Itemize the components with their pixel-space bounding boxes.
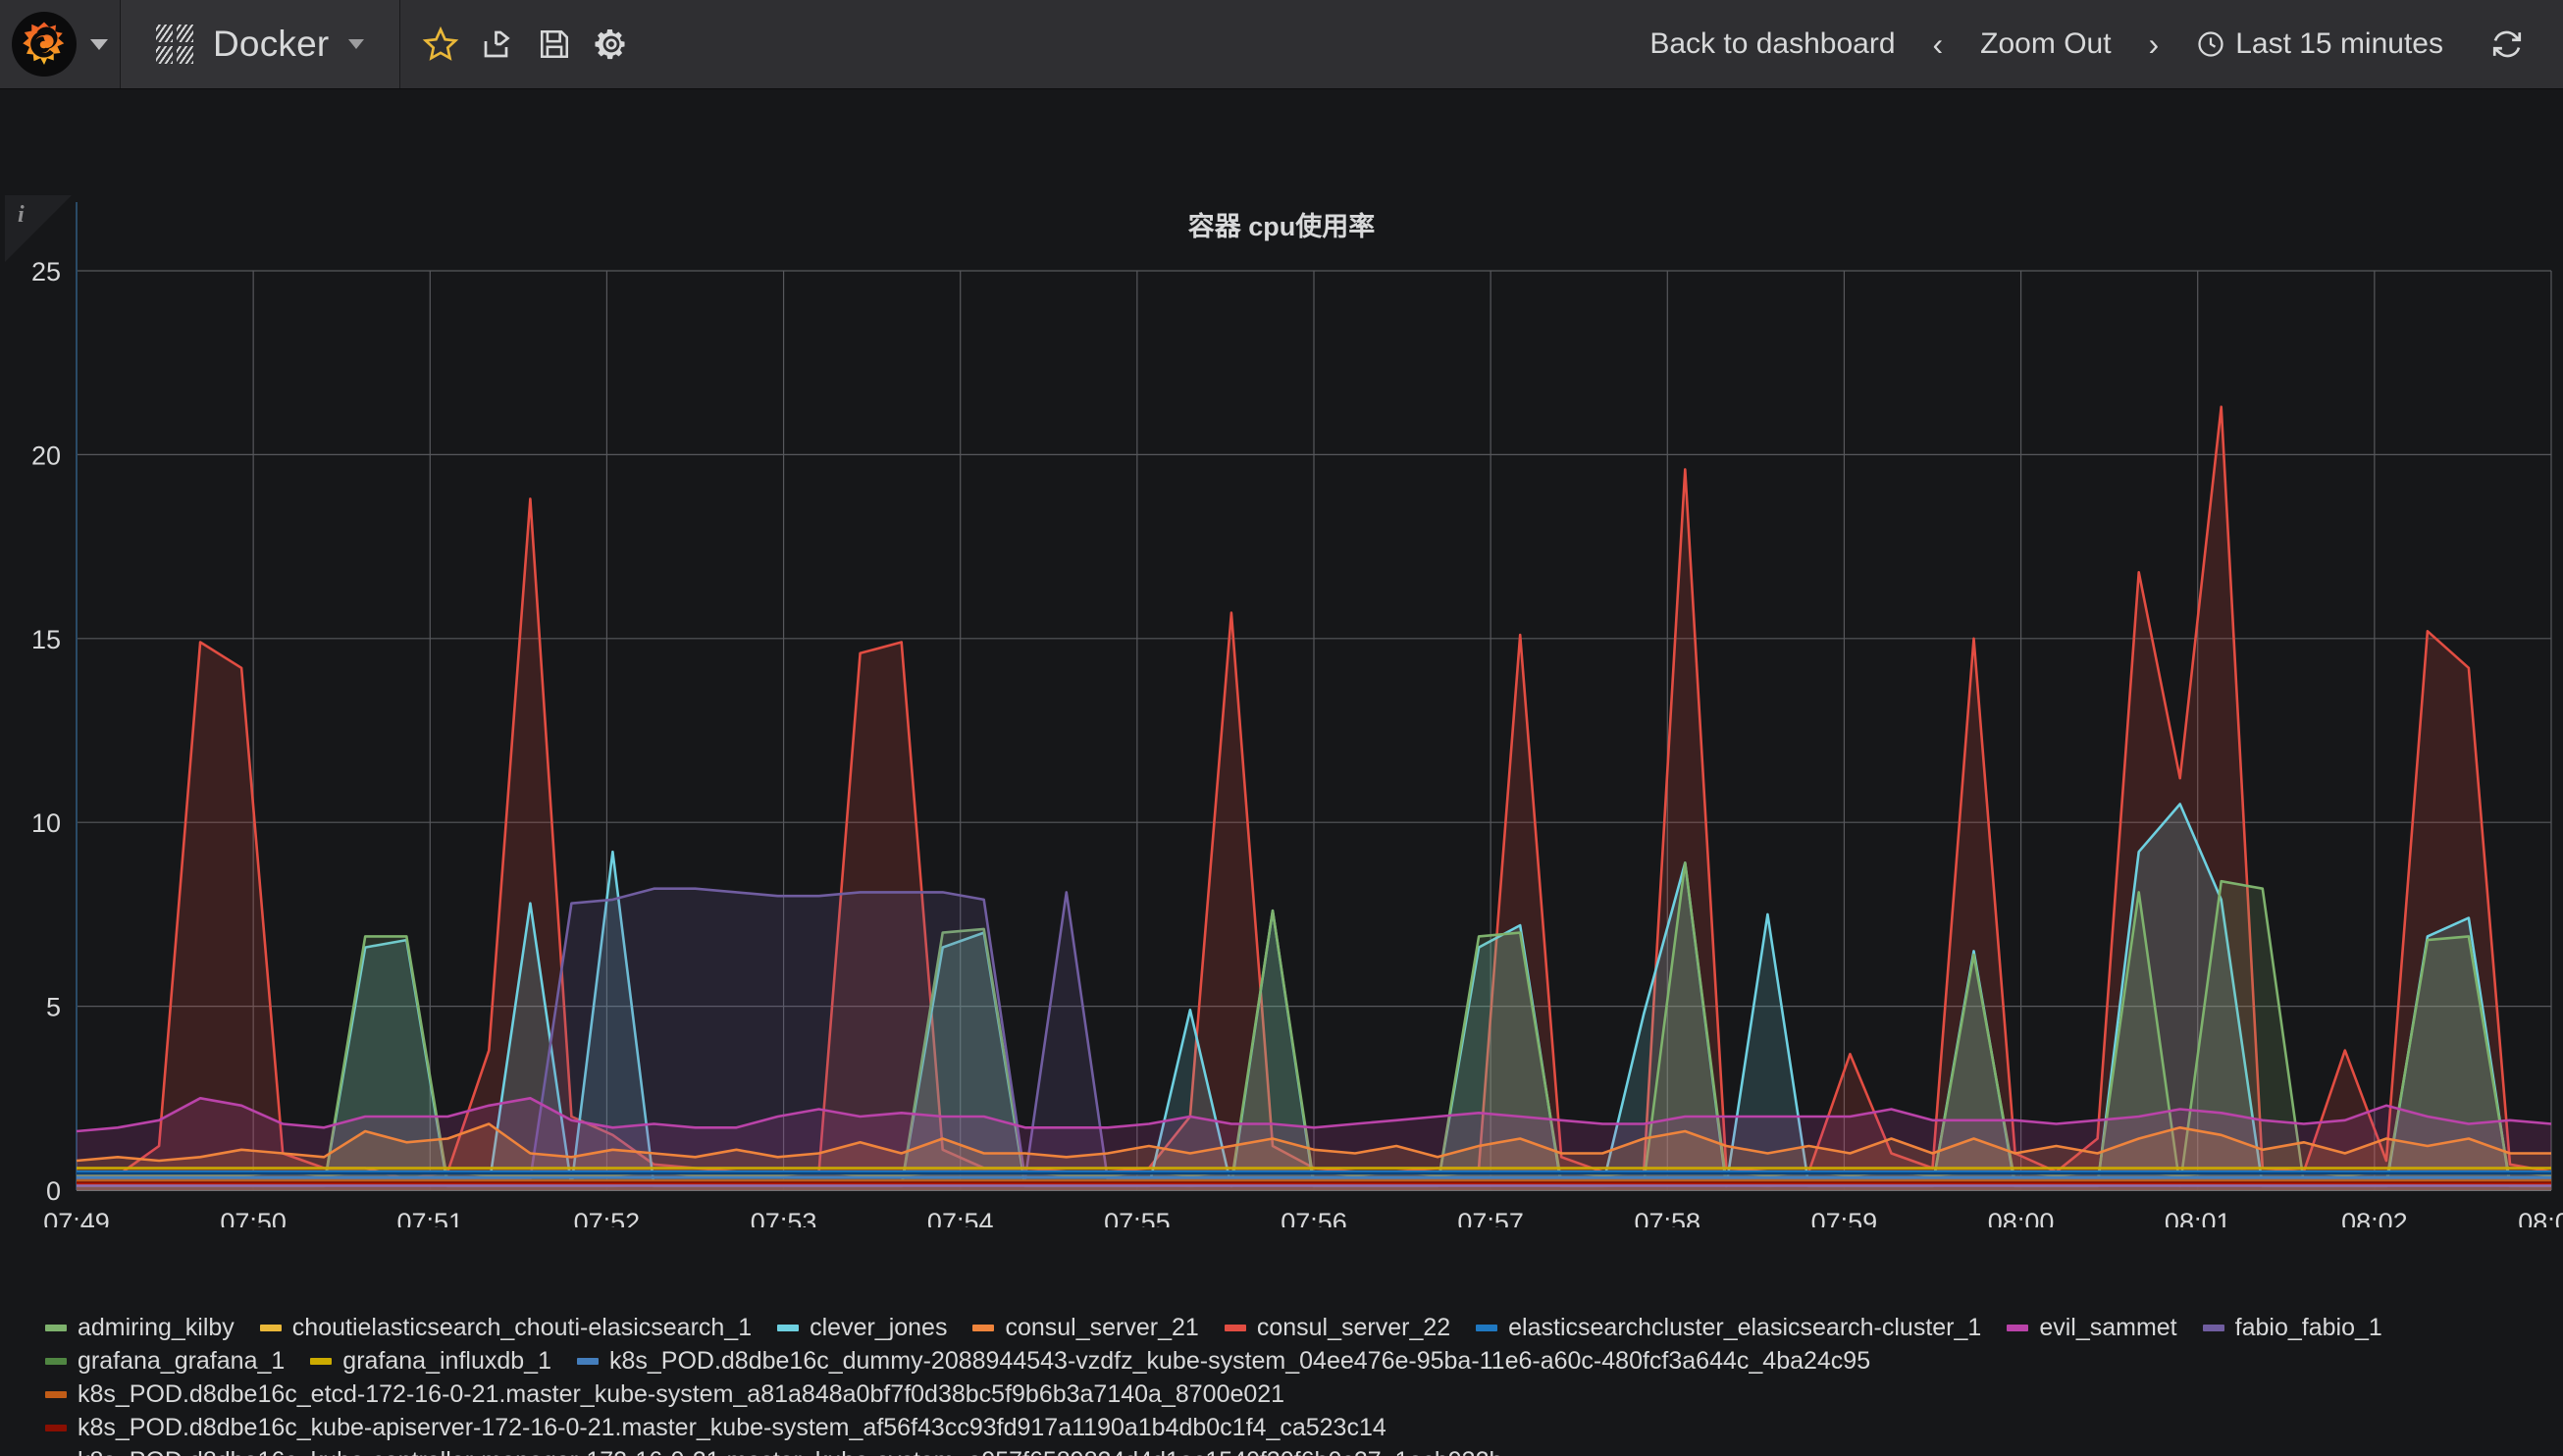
legend-item[interactable]: fabio_fabio_1 [2202,1311,2382,1344]
grafana-logo-icon[interactable] [12,12,77,77]
back-to-dashboard-link[interactable]: Back to dashboard [1628,27,1916,61]
legend-item[interactable]: choutielasticsearch_chouti-elasicsearch_… [259,1311,753,1344]
legend-color-swatch[interactable] [972,1324,995,1331]
legend-item[interactable]: k8s_POD.d8dbe16c_kube-controller-manager… [45,1444,1502,1456]
legend-item[interactable]: k8s_POD.d8dbe16c_kube-apiserver-172-16-0… [45,1411,1386,1444]
graph-canvas[interactable]: 0 5 10 15 20 25 07:49 07:50 07:51 07:52 07:53 07:54… [0,89,2563,1227]
legend-label: consul_server_22 [1256,1313,1451,1341]
zoom-prev-button[interactable]: ‹ [1917,28,1960,60]
legend-label: k8s_POD.d8dbe16c_kube-controller-manager… [78,1448,1502,1456]
legend-item[interactable]: consul_server_22 [1224,1311,1451,1344]
legend-item[interactable]: consul_server_21 [972,1311,1199,1344]
legend-color-swatch[interactable] [1224,1324,1246,1331]
dashboard-switcher[interactable]: Docker [121,0,401,88]
x-tick-label: 08:03 [2518,1208,2563,1227]
x-tick-label: 07:53 [751,1208,817,1227]
legend-item[interactable]: elasticsearchcluster_elasicsearch-cluste… [1476,1311,1981,1344]
legend-label: elasticsearchcluster_elasicsearch-cluste… [1508,1313,1982,1341]
legend-item[interactable]: grafana_grafana_1 [45,1344,285,1378]
legend-color-swatch[interactable] [576,1357,599,1365]
legend-color-swatch[interactable] [1476,1324,1498,1331]
dashboard-grid-icon [156,25,193,64]
legend-color-swatch[interactable] [45,1390,67,1398]
x-tick-label: 07:56 [1281,1208,1347,1227]
legend-label: k8s_POD.d8dbe16c_etcd-172-16-0-21.master… [78,1379,1285,1408]
legend-label: evil_sammet [2039,1313,2177,1341]
legend-label: admiring_kilby [78,1313,235,1341]
x-tick-label: 07:49 [43,1208,110,1227]
legend-item[interactable]: k8s_POD.d8dbe16c_dummy-2088944543-vzdfz_… [576,1344,1871,1378]
share-icon[interactable] [469,0,526,89]
top-navbar: Docker Back to dashboard ‹ Zoom Out › La… [0,0,2563,89]
refresh-icon[interactable] [2465,27,2534,61]
dashboard-chevron-down-icon[interactable] [348,39,365,49]
legend-label: clever_jones [810,1313,948,1341]
x-tick-label: 07:51 [396,1208,463,1227]
legend-label: k8s_POD.d8dbe16c_kube-apiserver-172-16-0… [78,1413,1386,1441]
dashboard-title: Docker [213,24,330,64]
x-tick-label: 08:00 [1988,1208,2055,1227]
brand-chevron-down-icon[interactable] [90,38,108,50]
info-icon[interactable]: i [18,202,25,229]
x-tick-label: 07:57 [1457,1208,1524,1227]
legend-color-swatch[interactable] [2202,1324,2224,1331]
clock-icon [2198,31,2223,57]
x-tick-label: 07:50 [220,1208,287,1227]
legend-color-swatch[interactable] [310,1357,333,1365]
star-icon[interactable] [412,0,469,89]
legend-item[interactable]: evil_sammet [2007,1311,2177,1344]
legend-label: k8s_POD.d8dbe16c_dummy-2088944543-vzdfz_… [608,1346,1871,1375]
brand-menu[interactable] [0,0,121,88]
x-tick-label: 08:01 [2165,1208,2231,1227]
zoom-next-button[interactable]: › [2133,28,2175,60]
x-tick-label: 07:59 [1811,1208,1878,1227]
x-tick-label: 08:02 [2341,1208,2408,1227]
legend-item[interactable]: grafana_influxdb_1 [310,1344,551,1378]
time-range-label: Last 15 minutes [2235,27,2443,60]
legend-color-swatch[interactable] [259,1324,282,1331]
x-tick-label: 07:54 [927,1208,994,1227]
legend-item[interactable]: k8s_POD.d8dbe16c_etcd-172-16-0-21.master… [45,1378,1284,1411]
settings-gear-icon[interactable] [583,0,640,89]
chart-legend: admiring_kilby choutielasticsearch_chouti… [0,1311,2563,1456]
x-tick-label: 07:52 [574,1208,641,1227]
y-tick-label: 5 [46,993,61,1022]
navbar-spacer [652,0,1628,88]
y-tick-label: 0 [46,1176,61,1206]
legend-label: grafana_influxdb_1 [342,1346,551,1375]
legend-color-swatch[interactable] [45,1324,67,1331]
zoom-out-button[interactable]: Zoom Out [1959,27,2132,61]
y-tick-label: 10 [31,808,61,838]
legend-item[interactable]: clever_jones [777,1311,947,1344]
navbar-right-controls: Back to dashboard ‹ Zoom Out › Last 15 m… [1628,0,2563,88]
x-tick-label: 07:58 [1634,1208,1700,1227]
legend-label: fabio_fabio_1 [2234,1313,2382,1341]
legend-color-swatch[interactable] [777,1324,800,1331]
save-icon[interactable] [526,0,583,89]
legend-label: grafana_grafana_1 [78,1346,286,1375]
legend-item[interactable]: admiring_kilby [45,1311,235,1344]
legend-color-swatch[interactable] [45,1357,67,1365]
time-range-picker[interactable]: Last 15 minutes [2174,27,2465,61]
legend-label: consul_server_21 [1005,1313,1199,1341]
graph-panel: i 容器 cpu使用率 0 5 10 15 20 25 07:49 07:50 07:51 07:… [0,89,2563,1456]
legend-label: choutielasticsearch_chouti-elasicsearch_… [291,1313,753,1341]
legend-color-swatch[interactable] [2007,1324,2029,1331]
y-tick-label: 20 [31,441,61,470]
chart-svg[interactable]: 051015202507:49 07:50 07:51 07:52 07:53 07:54… [0,89,2563,1227]
y-tick-label: 15 [31,625,61,654]
x-tick-label: 07:55 [1104,1208,1171,1227]
navbar-tools [400,0,652,88]
panel-title[interactable]: 容器 cpu使用率 [0,205,2563,243]
legend-color-swatch[interactable] [45,1424,67,1431]
